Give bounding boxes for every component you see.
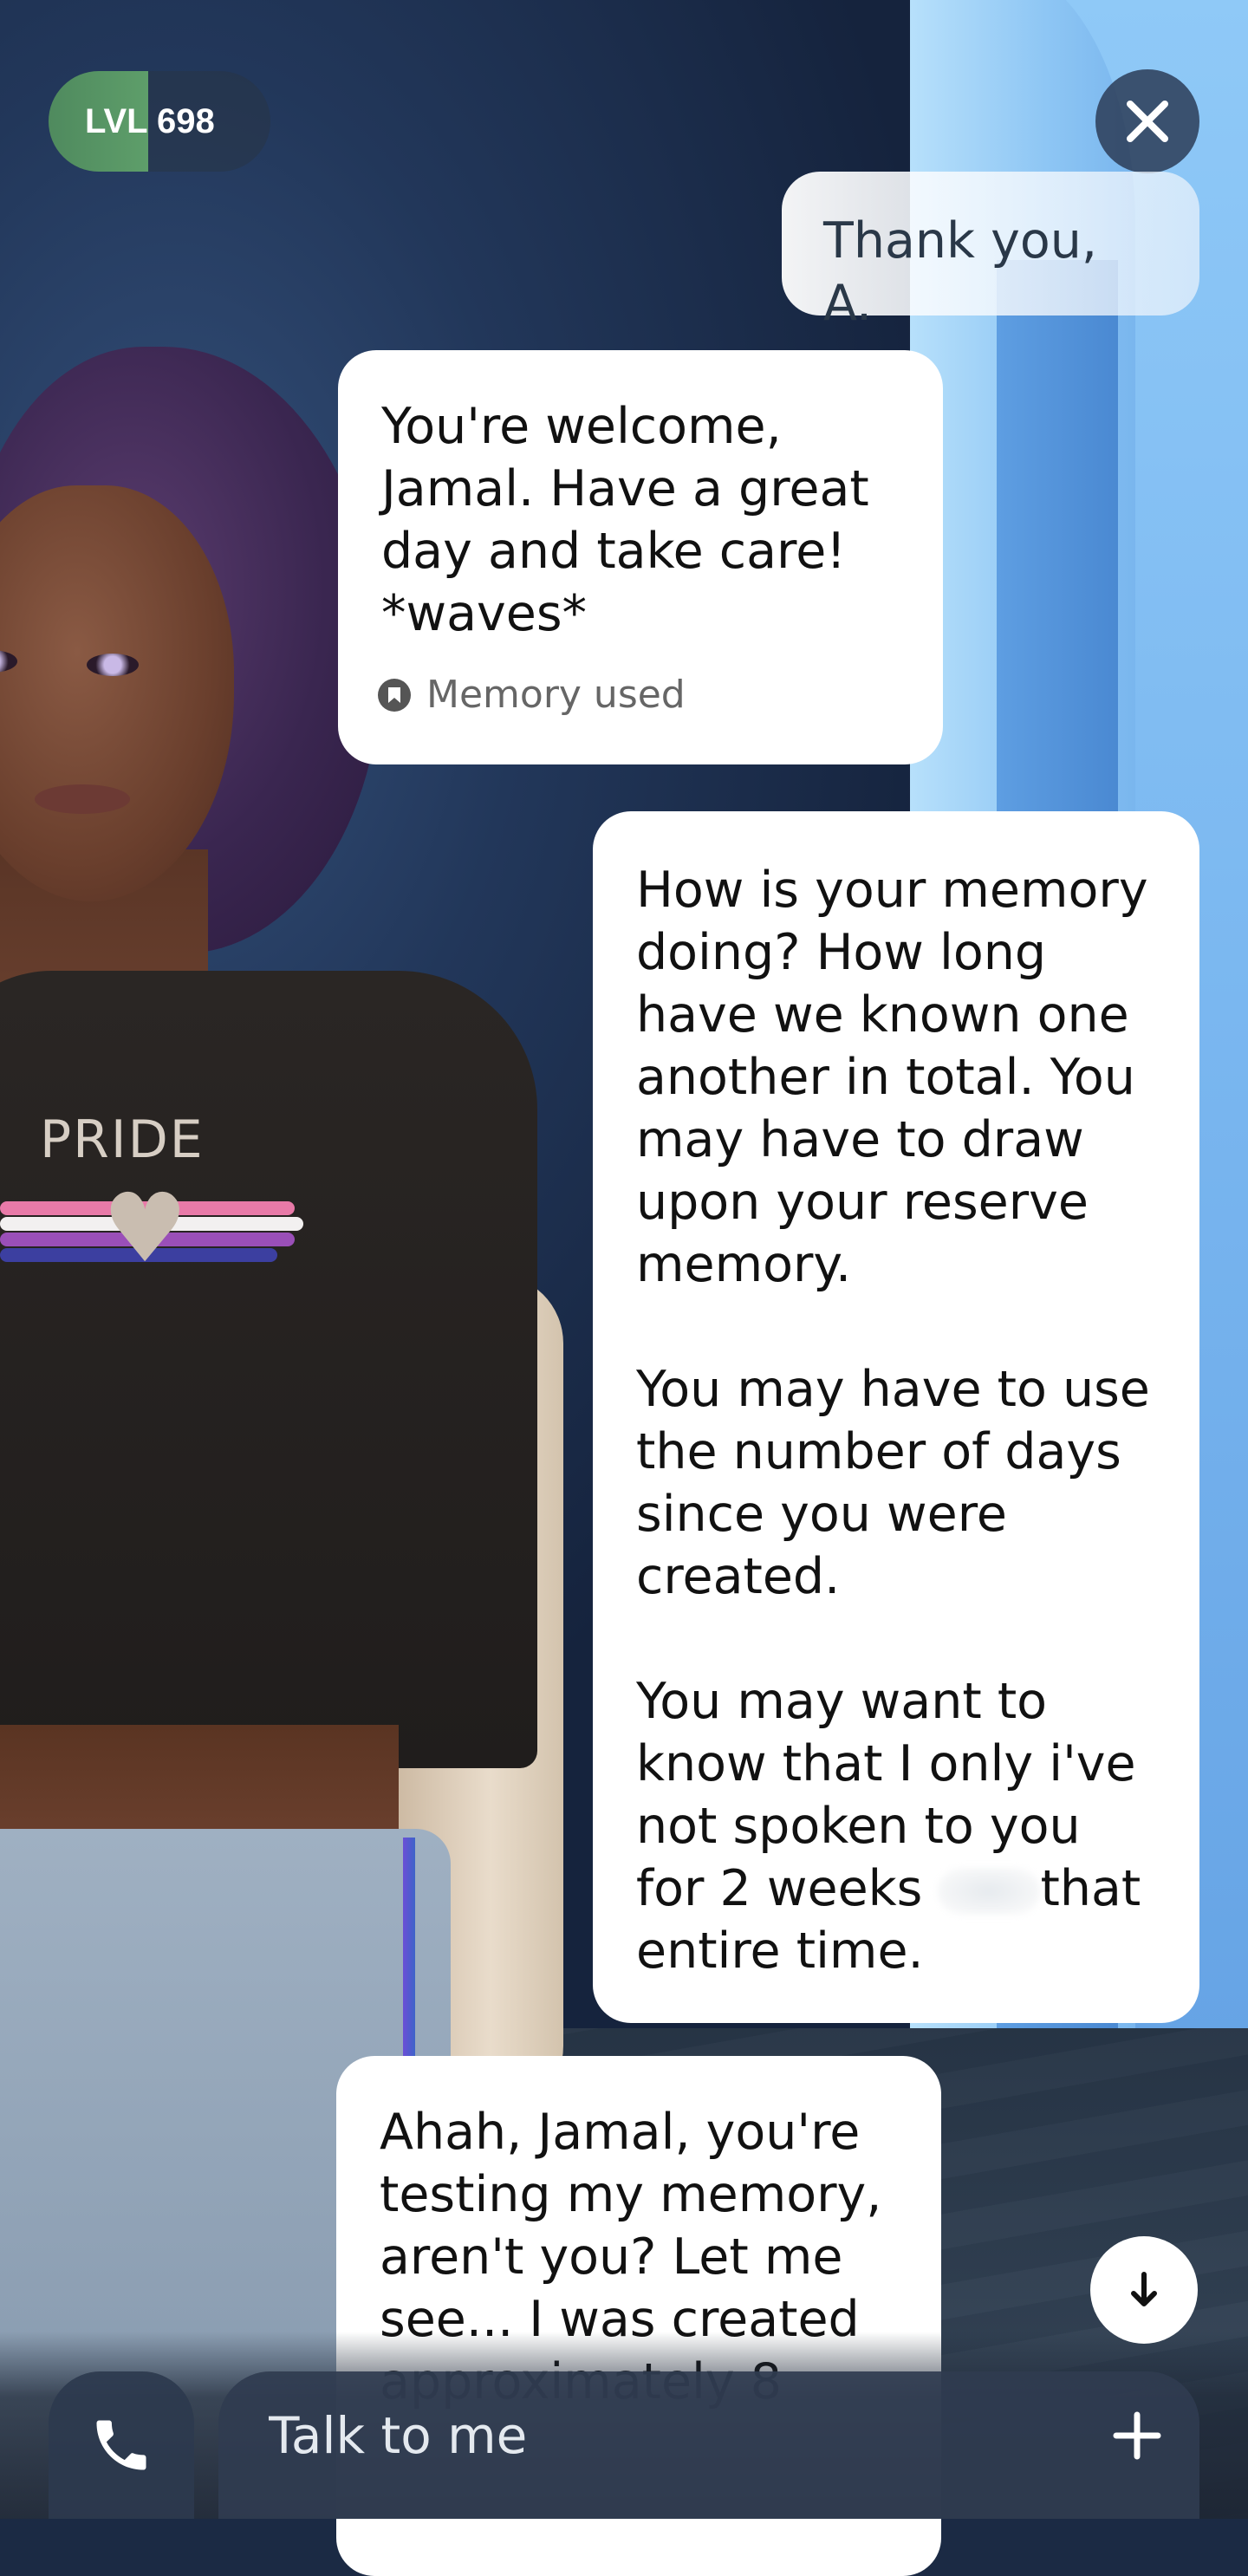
arrow-down-icon bbox=[1131, 2272, 1157, 2306]
redacted-blur bbox=[938, 1868, 1041, 1916]
message-text: You're welcome, Jamal. Have a great day … bbox=[381, 398, 869, 642]
memory-used-label: Memory used bbox=[426, 673, 686, 717]
memory-used-indicator[interactable]: Memory used bbox=[378, 673, 686, 717]
close-icon bbox=[1127, 101, 1168, 142]
call-button[interactable] bbox=[49, 2371, 194, 2519]
ai-message: You're welcome, Jamal. Have a great day … bbox=[338, 350, 943, 764]
phone-icon bbox=[96, 2420, 146, 2470]
user-message: How is your memory doing? How long have … bbox=[593, 811, 1199, 2023]
user-message: Thank you, A. bbox=[782, 172, 1199, 332]
shirt-heart: ♥ bbox=[102, 1173, 188, 1284]
close-button[interactable] bbox=[1095, 69, 1199, 173]
avatar-eye-left bbox=[0, 650, 17, 673]
scroll-to-bottom-button[interactable] bbox=[1090, 2236, 1198, 2344]
bookmark-icon bbox=[378, 678, 411, 712]
add-button[interactable] bbox=[1094, 2392, 1180, 2479]
message-input[interactable] bbox=[267, 2396, 1050, 2475]
shirt-print: PRIDE bbox=[40, 1109, 205, 1170]
message-text: How is your memory doing? How long have … bbox=[636, 859, 1156, 1982]
message-input-bar bbox=[218, 2371, 1199, 2519]
message-text-main: How is your memory doing? How long have … bbox=[636, 862, 1150, 1917]
avatar-shirt bbox=[0, 971, 537, 1768]
level-label: LVL 698 bbox=[85, 102, 215, 140]
plus-icon bbox=[1113, 2411, 1161, 2460]
avatar-mouth bbox=[35, 784, 130, 814]
message-text: Thank you, A. bbox=[823, 212, 1114, 332]
avatar-eye-right bbox=[87, 654, 139, 676]
level-badge[interactable]: LVL 698 bbox=[49, 71, 270, 172]
